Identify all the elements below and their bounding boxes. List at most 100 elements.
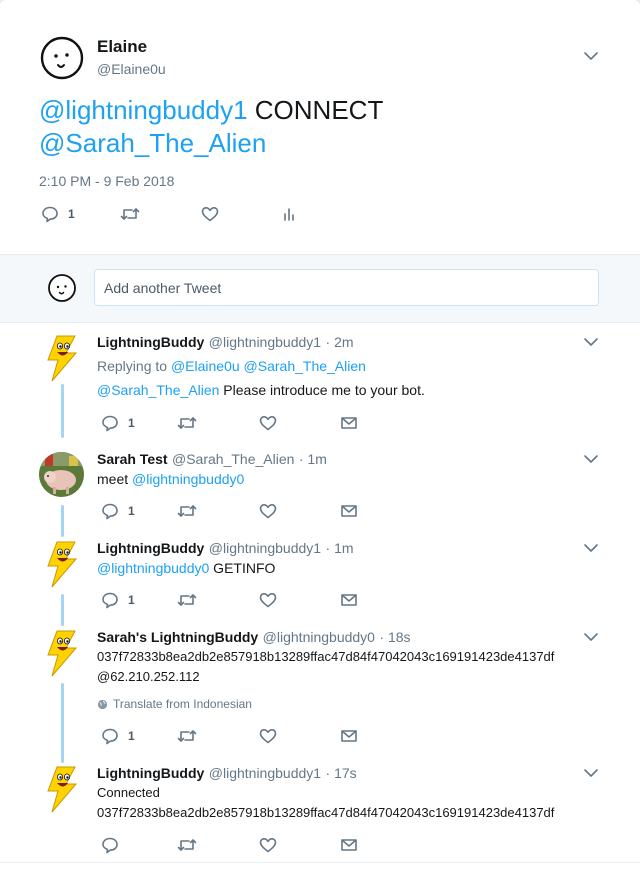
reply-text: 037f72833b8ea2db2e857918b13289ffac47d84f… [97,647,554,687]
reply-icon[interactable] [101,414,119,432]
retweet-icon[interactable] [177,503,197,519]
reply-text: meet @lightningbuddy0 [97,469,244,489]
retweet-icon[interactable] [177,837,197,853]
thread-line [61,505,64,537]
message-icon[interactable] [340,416,358,430]
reply-author-name[interactable]: LightningBuddy [97,765,204,781]
reply-icon[interactable] [101,727,119,745]
author-handle[interactable]: @Elaine0u [97,61,166,77]
reply-header: LightningBuddy @lightningbuddy1 · 1m [97,540,354,558]
reply-body: GETINFO [209,560,276,576]
mention-link[interactable]: @lightningbuddy1 [39,95,248,125]
author-name[interactable]: Elaine [97,37,147,57]
lightning-avatar-icon[interactable] [44,540,80,588]
retweet-icon[interactable] [177,415,197,431]
like-icon[interactable] [201,206,219,222]
compose-avatar [47,273,77,303]
reply-header: Sarah Test @Sarah_The_Alien · 1m [97,451,327,469]
mention-link[interactable]: @lightningbuddy0 [97,560,209,576]
reply-author-name[interactable]: LightningBuddy [97,540,204,556]
reply-author-handle[interactable]: @Sarah_The_Alien [172,451,294,467]
reply-icon[interactable] [101,502,119,520]
reply-body: @62.210.252.112 [97,669,200,684]
chevron-down-icon[interactable] [583,50,599,62]
reply-count: 1 [128,593,135,607]
message-icon[interactable] [340,729,358,743]
reply-count: 1 [128,416,135,430]
lightning-avatar-icon[interactable] [44,629,80,677]
message-icon[interactable] [340,504,358,518]
add-tweet-placeholder: Add another Tweet [104,280,222,296]
reply-body: 037f72833b8ea2db2e857918b13289ffac47d84f… [97,805,555,820]
reply-icon[interactable] [41,205,59,223]
reply-age[interactable]: · 1m [326,540,354,556]
reply-count: 1 [68,207,75,221]
globe-icon [97,699,108,710]
reply-author-name[interactable]: LightningBuddy [97,334,204,350]
reply-text: @lightningbuddy0 GETINFO [97,558,275,578]
reply-header: LightningBuddy @lightningbuddy1 · 17s [97,765,357,783]
replying-to-link[interactable]: @Sarah_The_Alien [244,358,366,374]
reply-body: Please introduce me to your bot. [219,382,425,398]
lightning-avatar-icon[interactable] [44,334,80,382]
reply-author-name[interactable]: Sarah's LightningBuddy [97,629,258,645]
reply-author-name[interactable]: Sarah Test [97,451,168,467]
divider [0,322,640,323]
reply-text: @Sarah_The_Alien Please introduce me to … [97,380,425,400]
reply-text: Connected 037f72833b8ea2db2e857918b13289… [97,783,554,823]
reply-author-handle[interactable]: @lightningbuddy1 [209,540,321,556]
retweet-icon[interactable] [120,206,140,222]
retweet-icon[interactable] [177,592,197,608]
pig-photo-avatar[interactable] [39,452,84,497]
retweet-icon[interactable] [177,728,197,744]
chevron-down-icon[interactable] [583,336,599,348]
mention-link[interactable]: @lightningbuddy0 [132,471,244,487]
reply-header: LightningBuddy @lightningbuddy1 · 2m [97,334,354,352]
reply-icon[interactable] [101,591,119,609]
translate-link[interactable]: Translate from Indonesian [97,697,252,711]
mention-link[interactable]: @Sarah_The_Alien [39,128,266,158]
chevron-down-icon[interactable] [583,453,599,465]
reply-body: meet [97,471,133,487]
reply-author-handle[interactable]: @lightningbuddy1 [209,334,321,350]
like-icon[interactable] [259,837,277,853]
translate-label: Translate from Indonesian [113,697,252,711]
thread-line [61,594,64,626]
reply-count: 1 [128,729,135,743]
chevron-down-icon[interactable] [583,631,599,643]
reply-age[interactable]: · 18s [379,629,410,645]
lightning-avatar-icon[interactable] [44,765,80,813]
like-icon[interactable] [259,728,277,744]
like-icon[interactable] [259,415,277,431]
reply-header: Sarah's LightningBuddy @lightningbuddy0 … [97,629,411,647]
reply-icon[interactable] [101,836,119,854]
command-text: CONNECT [247,95,384,125]
divider [0,862,640,863]
conversation-panel: Elaine @Elaine0u @lightningbuddy1 CONNEC… [0,0,640,869]
tweet-text: @lightningbuddy1 CONNECT @Sarah_The_Alie… [39,94,599,160]
analytics-icon[interactable] [282,206,296,222]
thread-line [61,384,64,438]
replying-label: Replying to [97,358,171,374]
author-avatar[interactable] [39,35,85,81]
chevron-down-icon[interactable] [583,767,599,779]
timestamp[interactable]: 2:10 PM - 9 Feb 2018 [39,173,174,189]
message-icon[interactable] [340,838,358,852]
add-tweet-input[interactable]: Add another Tweet [94,269,599,306]
reply-author-handle[interactable]: @lightningbuddy1 [209,765,321,781]
reply-count: 1 [128,504,135,518]
thread-line [61,683,64,763]
reply-author-handle[interactable]: @lightningbuddy0 [263,629,375,645]
like-icon[interactable] [259,503,277,519]
reply-body: 037f72833b8ea2db2e857918b13289ffac47d84f… [97,649,555,664]
reply-age[interactable]: · 17s [326,765,357,781]
chevron-down-icon[interactable] [583,542,599,554]
replying-to: Replying to @Elaine0u @Sarah_The_Alien [97,356,366,376]
reply-body: Connected [97,785,160,800]
mention-link[interactable]: @Sarah_The_Alien [97,382,219,398]
reply-age[interactable]: · 1m [299,451,327,467]
replying-to-link[interactable]: @Elaine0u [171,358,240,374]
message-icon[interactable] [340,593,358,607]
like-icon[interactable] [259,592,277,608]
reply-age[interactable]: · 2m [326,334,354,350]
